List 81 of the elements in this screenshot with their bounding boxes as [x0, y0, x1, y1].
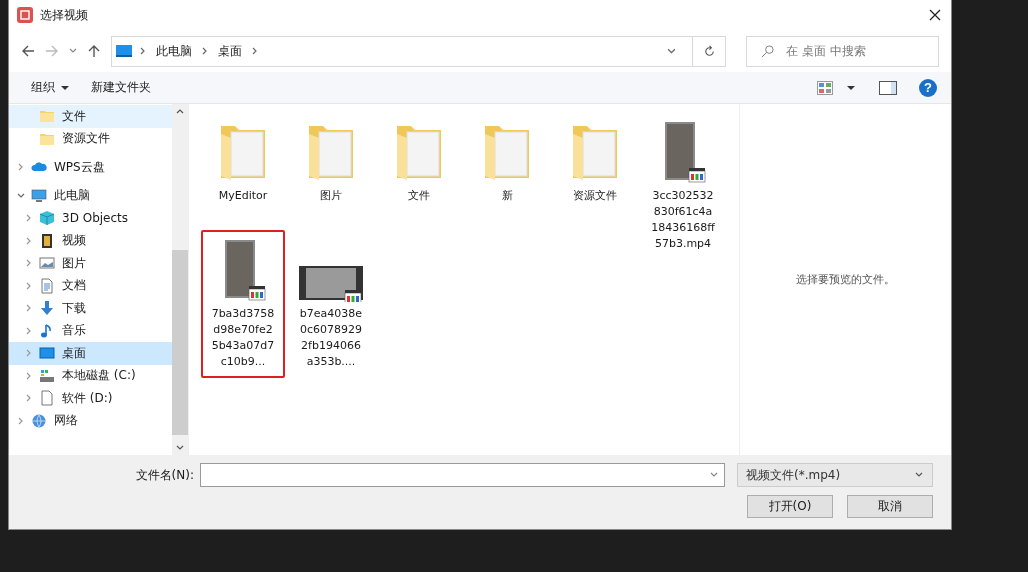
nav-item[interactable]: 文档	[9, 274, 173, 297]
preview-pane-icon[interactable]	[879, 80, 897, 95]
back-arrow-icon[interactable]	[21, 44, 35, 58]
window-title: 选择视频	[40, 6, 89, 24]
chevron-right-icon	[25, 304, 33, 313]
open-button[interactable]: 打开(O)	[747, 495, 833, 518]
nav-item[interactable]: 本地磁盘 (C:)	[9, 364, 173, 387]
recent-dropdown-icon[interactable]	[69, 47, 77, 55]
file-item[interactable]: 新	[465, 112, 549, 206]
caret-icon[interactable]	[847, 84, 855, 91]
chevron-down-icon	[710, 471, 718, 479]
chevron-right-icon	[25, 371, 33, 380]
chevron-right-icon	[25, 236, 33, 245]
globe-icon	[31, 412, 47, 429]
down-arrow-icon	[39, 300, 55, 317]
nav-item[interactable]: 资源文件	[9, 127, 173, 150]
chevron-right-icon	[25, 281, 33, 290]
file-item[interactable]: 资源文件	[553, 112, 637, 206]
picture-icon	[39, 255, 55, 272]
file-item[interactable]: 7ba3d3758d98e70fe25b43a07d7c10b9...	[201, 230, 285, 378]
scrollbar[interactable]	[172, 104, 188, 455]
folder-icon	[39, 108, 55, 125]
address-bar[interactable]: 此电脑 桌面	[111, 35, 726, 67]
up-arrow-icon[interactable]	[87, 44, 101, 58]
chevron-right-icon	[17, 163, 25, 172]
nav-item[interactable]: 视频	[9, 229, 173, 252]
chevron-right-icon	[25, 326, 33, 335]
video-thumbnail	[297, 264, 365, 302]
file-item[interactable]: 图片	[289, 112, 373, 206]
chevron-right-icon	[17, 416, 25, 425]
nav-item[interactable]: 文件	[9, 105, 173, 128]
nav-item[interactable]: WPS云盘	[9, 156, 173, 179]
file-item[interactable]: MyEditor	[201, 112, 285, 206]
chevron-right-icon	[25, 259, 33, 268]
cancel-button[interactable]: 取消	[847, 495, 933, 518]
chevron-right-icon	[202, 47, 208, 55]
nav-item[interactable]: 下载	[9, 297, 173, 320]
blank-page-icon	[39, 390, 55, 407]
scroll-down-icon[interactable]	[176, 445, 185, 451]
chevron-right-icon	[25, 394, 33, 403]
file-item[interactable]: 文件	[377, 112, 461, 206]
nav-item[interactable]: 3D Objects	[9, 207, 173, 230]
cube-icon	[39, 210, 55, 227]
file-type-dropdown[interactable]: 视频文件(*.mp4)	[737, 463, 933, 487]
close-icon[interactable]	[929, 9, 941, 21]
chevron-down-icon[interactable]	[667, 46, 676, 56]
nav-item[interactable]: 网络	[9, 409, 173, 432]
chevron-right-icon	[25, 349, 33, 358]
organize-menu-button[interactable]: 组织	[27, 77, 73, 98]
caret-icon	[61, 84, 69, 91]
chevron-down-icon	[17, 191, 25, 200]
breadcrumb[interactable]: 此电脑	[156, 42, 192, 60]
chevron-down-icon	[914, 471, 924, 479]
preview-message: 选择要预览的文件。	[796, 272, 895, 287]
nav-item[interactable]: 桌面	[9, 342, 173, 365]
help-button[interactable]: ?	[919, 78, 937, 97]
film-icon	[39, 232, 55, 249]
nav-item[interactable]: 软件 (D:)	[9, 387, 173, 410]
file-item[interactable]: 3cc302532830f61c4a18436168ff57b3.mp4	[641, 112, 725, 254]
search-icon	[761, 44, 774, 58]
new-folder-button[interactable]: 新建文件夹	[87, 77, 155, 98]
scroll-up-icon[interactable]	[176, 108, 185, 114]
monitor-icon	[116, 45, 132, 57]
app-icon	[17, 7, 33, 23]
chevron-right-icon	[140, 47, 146, 55]
view-options-icon[interactable]	[817, 80, 833, 95]
chevron-right-icon	[25, 214, 33, 223]
refresh-icon	[702, 44, 716, 58]
chevron-right-icon	[252, 47, 258, 55]
monitor-icon	[39, 345, 55, 362]
filename-label: 文件名(N):	[135, 466, 194, 484]
nav-item[interactable]: 图片	[9, 252, 173, 275]
nav-item[interactable]: 此电脑	[9, 184, 173, 207]
document-icon	[39, 277, 55, 294]
file-item[interactable]: b7ea4038e0c60789292fb194066a353b....	[289, 230, 373, 372]
breadcrumb[interactable]: 桌面	[218, 42, 242, 60]
monitor-icon	[31, 187, 47, 204]
drive-icon	[39, 367, 55, 384]
search-field[interactable]: 在 桌面 中搜索	[746, 35, 939, 67]
nav-item[interactable]: 音乐	[9, 319, 173, 342]
filename-field[interactable]	[200, 463, 725, 487]
